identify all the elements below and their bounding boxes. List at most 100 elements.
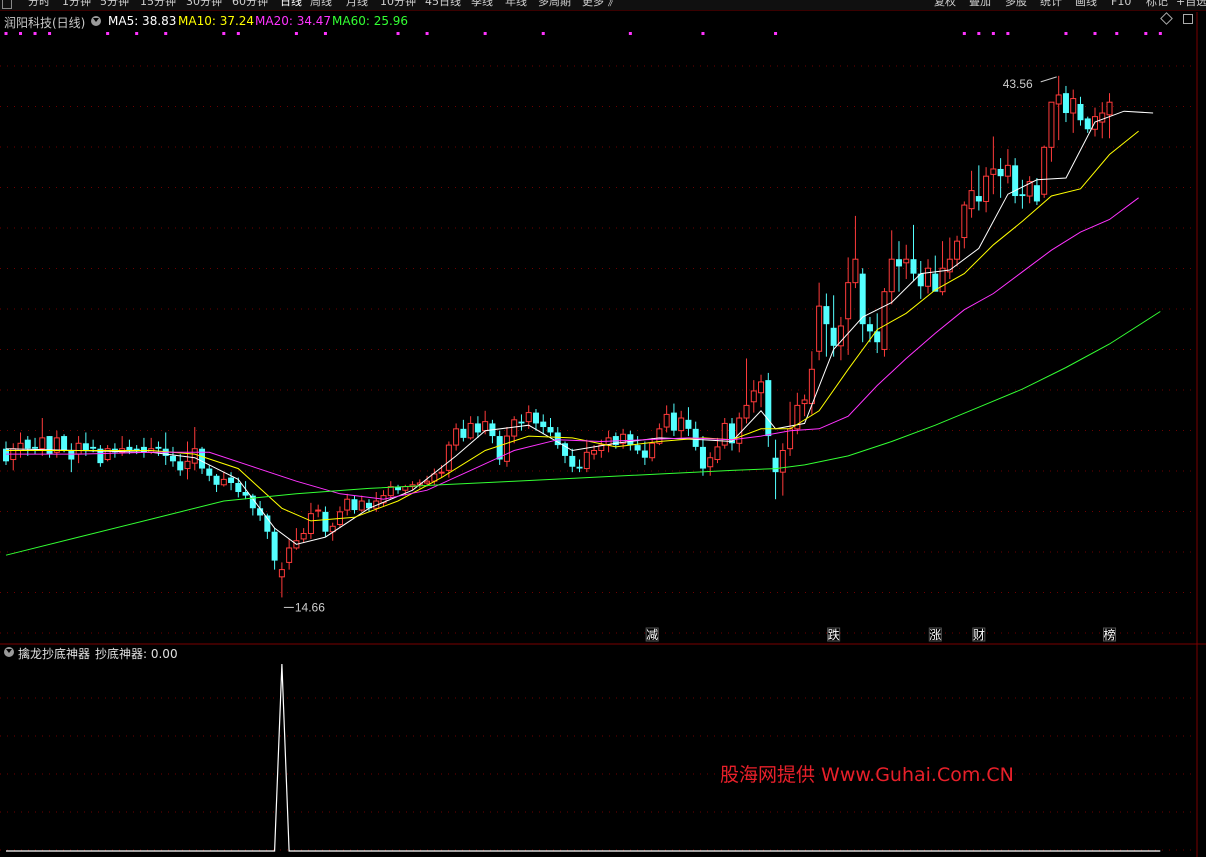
candle-body-down (460, 428, 467, 438)
signal-dot (1144, 32, 1148, 35)
candle-body-up (278, 569, 285, 578)
candle-body-up (358, 500, 365, 511)
candle-body-down (576, 466, 583, 469)
candle-body-up (482, 421, 489, 432)
candle-body-down (169, 455, 176, 462)
candle-body-down (228, 477, 235, 483)
signal-dot (135, 32, 139, 35)
candle-body-down (46, 436, 53, 455)
candle-body-up (954, 240, 961, 260)
candle-body-down (685, 419, 692, 429)
signal-dot (236, 32, 240, 35)
candle-body-up (758, 381, 765, 394)
candle-body-up (743, 404, 750, 419)
candle-body-up (678, 417, 685, 432)
candle-body-up (467, 422, 474, 439)
ma60-line (5, 311, 1161, 556)
candle-body-up (75, 442, 82, 455)
candle-body-up (983, 175, 990, 202)
candle-body-up (990, 168, 997, 175)
max-pointer (1040, 76, 1057, 83)
candle-body-down (532, 412, 539, 424)
candle-body-up (453, 428, 460, 446)
signal-dot (106, 32, 110, 35)
signal-dot (396, 32, 400, 35)
candle-body-up (881, 291, 888, 350)
signal-dot (977, 32, 981, 35)
candle-body-down (569, 455, 576, 467)
candle-body-up (387, 486, 394, 497)
candle-body-up (649, 442, 656, 459)
candle-body-up (307, 513, 314, 535)
candle-body-up (1070, 98, 1077, 114)
candle-body-down (634, 445, 641, 451)
event-marker: 财 (973, 628, 985, 642)
signal-dot (294, 32, 298, 35)
candle-body-up (808, 368, 815, 405)
candle-body-down (322, 511, 329, 532)
candle-body-up (511, 419, 518, 437)
signal-dot (1115, 32, 1119, 35)
candle-body-down (213, 475, 220, 485)
candle-body-up (424, 480, 431, 484)
candle-body-up (888, 258, 895, 293)
candle-body-up (903, 258, 910, 264)
signal-dot (425, 32, 429, 35)
candle-body-up (961, 204, 968, 239)
candle-body-up (1055, 94, 1062, 105)
candle-body-up (220, 478, 227, 486)
signal-dot (222, 32, 226, 35)
signal-dot (628, 32, 632, 35)
candle-body-down (1062, 93, 1069, 114)
candle-body-down (1077, 103, 1084, 121)
candle-body-up (750, 390, 757, 403)
kline-chart[interactable]: 43.56 14.66 减 跌 涨 财 榜 (0, 0, 1206, 857)
event-marker: 涨 (929, 627, 941, 642)
signal-dot (1093, 32, 1097, 35)
candle-body-up (445, 444, 452, 471)
candle-body-up (1041, 146, 1048, 195)
signal-dot (541, 32, 545, 35)
candle-body-up (583, 451, 590, 470)
ma5-line (5, 110, 1154, 545)
signal-dot (962, 32, 966, 35)
candle-body-up (438, 471, 445, 474)
candle-body-up (925, 267, 932, 287)
candle-body-down (24, 439, 31, 449)
signal-dot (33, 32, 37, 35)
candle-body-down (474, 423, 481, 433)
candle-body-up (714, 446, 721, 461)
candle-body-down (68, 450, 75, 460)
signal-dot (1064, 32, 1068, 35)
signal-dot (4, 32, 8, 35)
candle-body-up (801, 399, 808, 405)
candle-body-up (1106, 101, 1113, 116)
candle-body-down (540, 421, 547, 428)
signal-dot (1158, 32, 1162, 35)
candle-body-down (910, 259, 917, 274)
watermark: 股海网提供 Www.Guhai.Com.CN (720, 764, 1014, 786)
signal-dot (774, 32, 778, 35)
candle-body-down (830, 327, 837, 346)
signal-dot (19, 32, 23, 35)
candle-body-up (300, 533, 307, 540)
candle-body-down (61, 436, 68, 451)
candle-body-down (1084, 118, 1091, 130)
signal-dot (991, 32, 995, 35)
candle-body-down (772, 457, 779, 473)
candle-body-up (1004, 164, 1011, 177)
candle-body-up (591, 450, 598, 455)
candle-body-up (191, 448, 198, 464)
candle-body-up (779, 450, 786, 473)
event-marker: 减 (646, 628, 658, 642)
candle-body-down (1019, 194, 1026, 197)
candle-body-down (641, 450, 648, 458)
candle-body-up (968, 190, 975, 210)
candle-body-down (547, 427, 554, 433)
candle-body-down (155, 446, 162, 449)
min-price-label: 14.66 (295, 600, 325, 614)
candle-body-down (729, 423, 735, 444)
candle-body-down (235, 482, 242, 493)
candle-body-up (939, 267, 946, 293)
candle-body-up (503, 435, 510, 462)
